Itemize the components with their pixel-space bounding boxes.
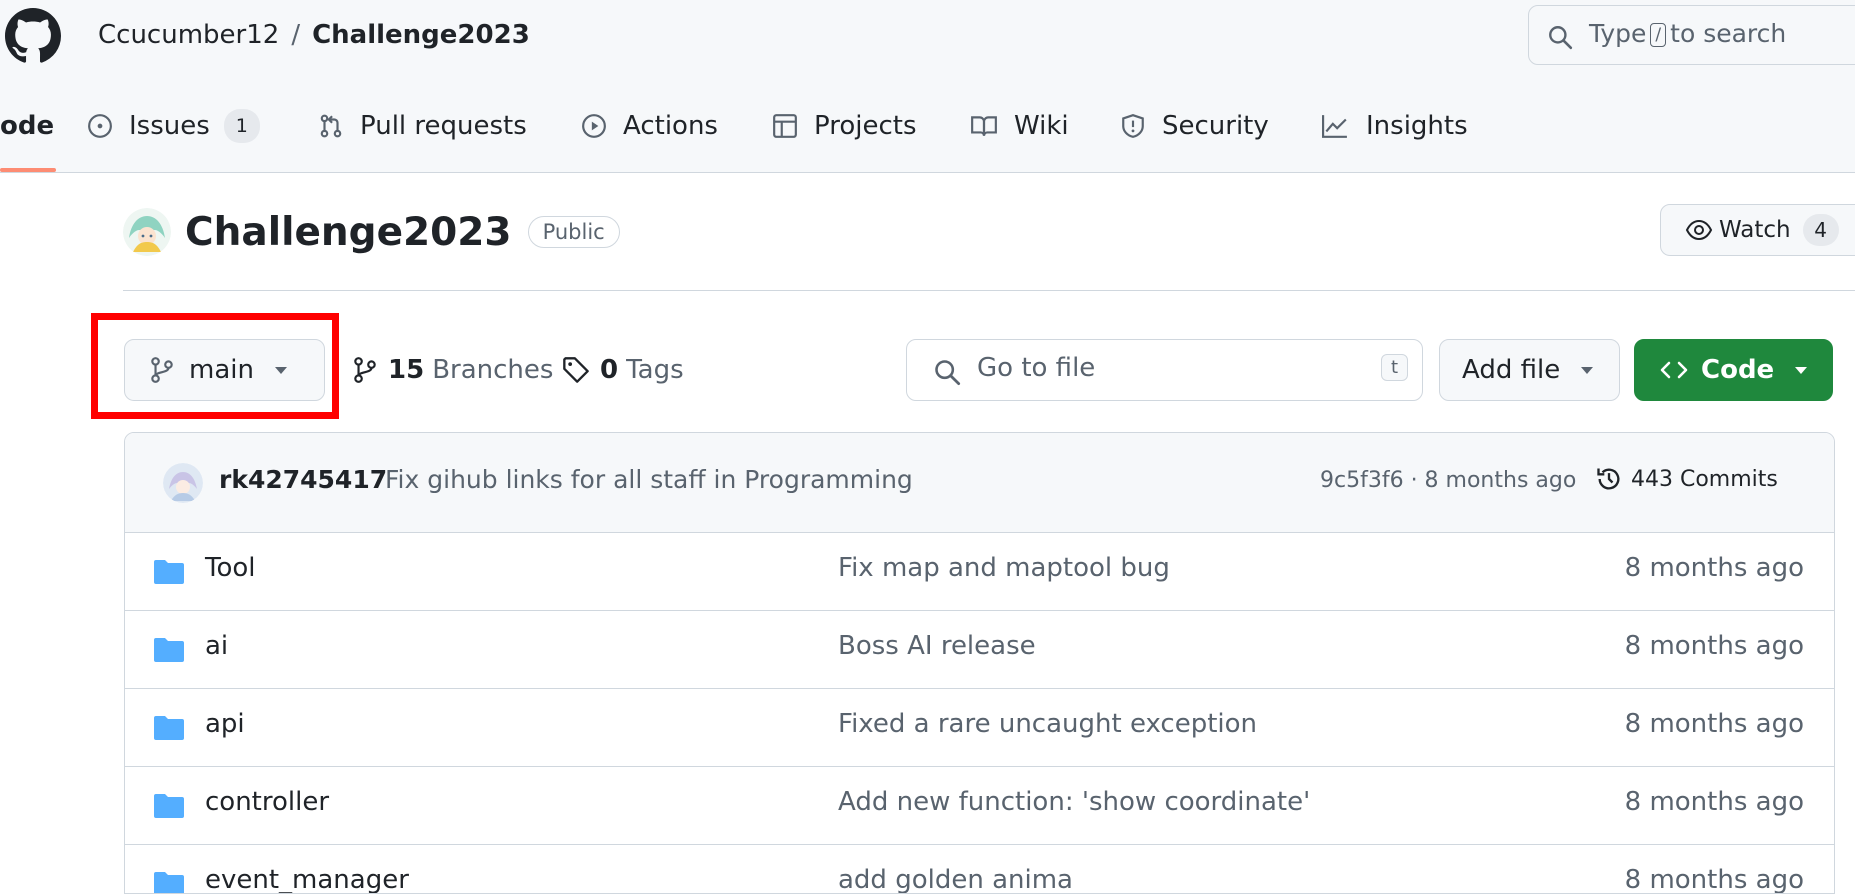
search-shortcut-key: /	[1650, 23, 1667, 47]
issue-icon	[88, 114, 112, 138]
file-row[interactable]: ai Boss AI release 8 months ago	[125, 611, 1834, 689]
tab-insights-label: Insights	[1366, 111, 1468, 141]
add-file-button[interactable]: Add file	[1439, 339, 1620, 401]
tab-security[interactable]: Security	[1120, 100, 1269, 152]
add-file-label: Add file	[1462, 355, 1561, 385]
tags-label: Tags	[626, 355, 684, 385]
file-commit-message[interactable]: Fix map and maptool bug	[838, 553, 1170, 583]
repo-title[interactable]: Challenge2023	[185, 210, 512, 255]
header-divider	[123, 290, 1855, 291]
tab-projects-label: Projects	[814, 111, 917, 141]
search-input[interactable]: Type / to search	[1528, 5, 1855, 65]
table-icon	[773, 114, 797, 138]
play-icon	[582, 114, 606, 138]
file-name[interactable]: ai	[205, 631, 228, 661]
folder-icon	[154, 872, 184, 893]
go-to-file-shortcut: t	[1380, 354, 1408, 381]
commit-author[interactable]: rk42745417	[219, 465, 387, 494]
tab-wiki-label: Wiki	[1014, 111, 1069, 141]
search-placeholder: Type / to search	[1589, 19, 1787, 48]
git-branch-icon	[354, 357, 376, 383]
go-to-file-placeholder: Go to file	[977, 353, 1096, 383]
visibility-badge: Public	[527, 216, 620, 248]
breadcrumb-separator: /	[291, 20, 301, 50]
commit-hash-time[interactable]: 9c5f3f6 · 8 months ago	[1320, 468, 1576, 493]
file-name[interactable]: controller	[205, 787, 329, 817]
file-commit-date: 8 months ago	[1624, 865, 1804, 894]
code-label: Code	[1701, 355, 1775, 385]
tab-wiki[interactable]: Wiki	[970, 100, 1069, 152]
file-commit-message[interactable]: Add new function: 'show coordinate'	[838, 787, 1310, 817]
chevron-down-icon	[1795, 367, 1808, 374]
tags-count: 0	[600, 355, 619, 385]
active-tab-underline	[0, 168, 56, 172]
folder-icon	[154, 560, 184, 584]
branches-label: Branches	[432, 355, 554, 385]
latest-commit-bar: rk42745417 Fix gihub links for all staff…	[125, 433, 1834, 533]
go-to-file-input[interactable]: Go to file t	[906, 339, 1423, 401]
file-commit-message[interactable]: Boss AI release	[838, 631, 1036, 661]
owner-link[interactable]: Ccucumber12	[98, 20, 279, 50]
watch-label: Watch	[1719, 217, 1791, 243]
book-icon	[971, 116, 997, 136]
folder-icon	[154, 638, 184, 662]
tab-code[interactable]: ode	[0, 100, 54, 152]
file-row[interactable]: Tool Fix map and maptool bug 8 months ag…	[125, 533, 1834, 611]
commits-count: 443 Commits	[1631, 466, 1778, 492]
tab-projects[interactable]: Projects	[772, 100, 917, 152]
tab-insights[interactable]: Insights	[1320, 100, 1468, 152]
tab-security-label: Security	[1162, 111, 1269, 141]
breadcrumb: Ccucumber12 / Challenge2023	[98, 18, 530, 52]
eye-icon	[1685, 219, 1713, 241]
tab-actions-label: Actions	[623, 111, 718, 141]
search-icon	[1549, 26, 1573, 50]
file-row[interactable]: event_manager add golden anima 8 months …	[125, 845, 1834, 894]
commit-message[interactable]: Fix gihub links for all staff in Program…	[385, 465, 913, 494]
file-commit-message[interactable]: add golden anima	[838, 865, 1073, 893]
file-commit-date: 8 months ago	[1624, 787, 1804, 817]
tab-issues-label: Issues	[129, 111, 210, 141]
folder-icon	[154, 794, 184, 818]
shield-icon	[1122, 114, 1144, 138]
file-commit-message[interactable]: Fixed a rare uncaught exception	[838, 709, 1257, 739]
tags-link[interactable]: 0 Tags	[562, 346, 684, 394]
file-name[interactable]: api	[205, 709, 245, 739]
branches-link[interactable]: 15 Branches	[352, 346, 553, 394]
folder-icon	[154, 716, 184, 740]
tab-pull-requests-label: Pull requests	[360, 111, 527, 141]
code-button[interactable]: Code	[1634, 339, 1833, 401]
file-commit-date: 8 months ago	[1624, 553, 1804, 583]
file-commit-date: 8 months ago	[1624, 631, 1804, 661]
tab-actions[interactable]: Actions	[581, 100, 718, 152]
file-list: Tool Fix map and maptool bug 8 months ag…	[125, 533, 1834, 894]
file-name[interactable]: Tool	[205, 553, 256, 583]
file-table: rk42745417 Fix gihub links for all staff…	[124, 432, 1835, 894]
commits-history-link[interactable]: 443 Commits	[1595, 465, 1778, 493]
tab-code-label: ode	[0, 111, 55, 141]
pull-request-icon	[320, 114, 342, 138]
search-icon	[935, 360, 961, 386]
file-name[interactable]: event_manager	[205, 865, 409, 893]
branch-highlight-box	[91, 313, 339, 419]
repo-link[interactable]: Challenge2023	[312, 20, 530, 50]
history-icon	[1597, 468, 1620, 490]
graph-icon	[1322, 115, 1347, 138]
tab-pull-requests[interactable]: Pull requests	[318, 100, 527, 152]
repo-header: Ccucumber12 / Challenge2023 Type / to search…	[0, 0, 1855, 173]
tag-icon	[563, 357, 589, 383]
watch-count: 4	[1802, 214, 1839, 246]
commit-author-avatar[interactable]	[163, 463, 203, 503]
file-row[interactable]: controller Add new function: 'show coord…	[125, 767, 1834, 845]
repo-title-row: Challenge2023 Public	[123, 205, 620, 259]
chevron-down-icon	[1581, 367, 1594, 374]
tab-issues[interactable]: Issues 1	[87, 100, 260, 152]
github-logo-icon[interactable]	[5, 8, 61, 64]
branches-count: 15	[388, 355, 425, 385]
issues-count-badge: 1	[223, 109, 260, 143]
repo-owner-avatar[interactable]	[123, 208, 171, 256]
code-icon	[1660, 361, 1688, 379]
file-row[interactable]: api Fixed a rare uncaught exception 8 mo…	[125, 689, 1834, 767]
file-commit-date: 8 months ago	[1624, 709, 1804, 739]
watch-button[interactable]: Watch 4	[1660, 204, 1855, 256]
